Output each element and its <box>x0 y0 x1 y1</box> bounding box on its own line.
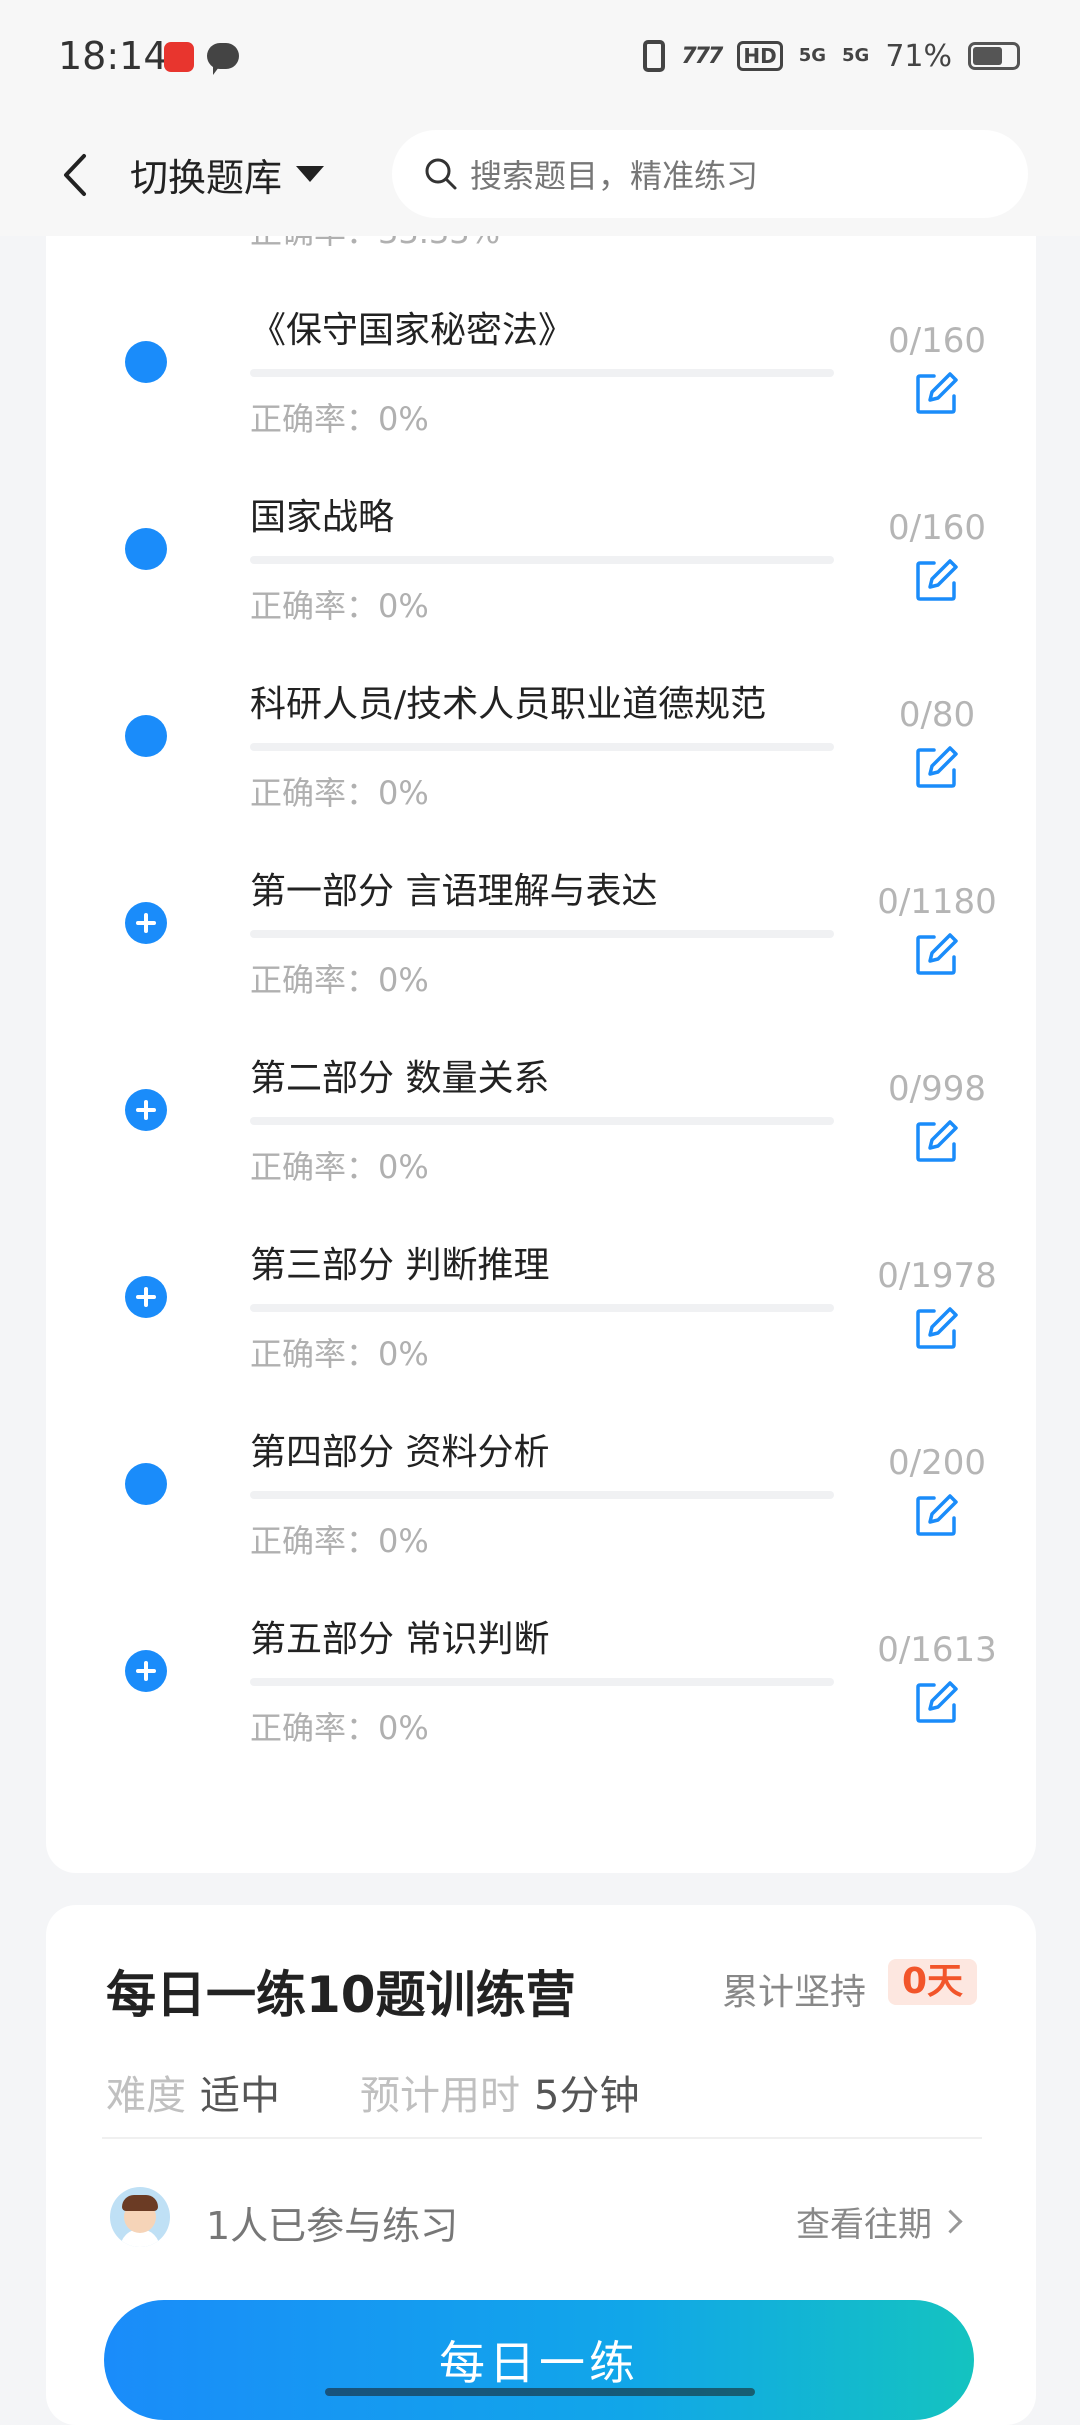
edit-icon[interactable] <box>914 1305 960 1351</box>
search-icon <box>425 158 457 190</box>
switch-bank-label: 切换题库 <box>130 155 283 200</box>
question-count: 0/80 <box>898 695 976 735</box>
category-title: 科研人员/技术人员职业道德规范 <box>250 684 767 725</box>
divider <box>102 2137 982 2139</box>
streak-label: 累计坚持 <box>722 1972 867 2013</box>
question-count: 0/1613 <box>877 1630 997 1670</box>
category-title: 第五部分 常识判断 <box>250 1619 550 1660</box>
category-row[interactable]: 第四部分 资料分析 正确率：0% 0/200 <box>0 1359 1080 1560</box>
category-row[interactable]: 第三部分 判断推理 正确率：0% 0/1978 <box>0 1172 1080 1373</box>
category-row[interactable]: 第二部分 数量关系 正确率：0% 0/998 <box>0 985 1080 1186</box>
search-input[interactable]: 搜索题目，精准练习 <box>392 130 1028 218</box>
edit-icon[interactable] <box>914 1492 960 1538</box>
category-title: 第二部分 数量关系 <box>250 1058 550 1099</box>
progress-bar <box>250 930 834 938</box>
question-count: 0/160 <box>888 321 986 361</box>
bullet-dot-icon <box>125 715 167 757</box>
bullet-dot-icon <box>125 341 167 383</box>
category-title: 第三部分 判断推理 <box>250 1245 550 1286</box>
question-count: 0/998 <box>888 1069 986 1109</box>
progress-bar <box>250 556 834 564</box>
time-label: 预计用时 <box>360 2073 520 2119</box>
switch-bank-button[interactable]: 切换题库 <box>130 144 325 204</box>
view-history-link[interactable]: 查看往期 <box>796 2197 963 2246</box>
time-value: 5分钟 <box>534 2073 640 2119</box>
daily-practice-button-label: 每日一练 <box>439 2336 639 2390</box>
avatar <box>110 2187 170 2247</box>
progress-bar <box>250 743 834 751</box>
category-title: 国家战略 <box>250 497 395 538</box>
edit-icon[interactable] <box>914 931 960 977</box>
edit-icon[interactable] <box>914 744 960 790</box>
caret-down-icon <box>296 166 325 182</box>
category-row[interactable]: 第一部分 言语理解与表达 正确率：0% 0/1180 <box>0 798 1080 999</box>
edit-icon[interactable] <box>914 1118 960 1164</box>
expand-plus-icon[interactable] <box>125 1650 167 1692</box>
question-count: 0/200 <box>888 1443 986 1483</box>
daily-title: 每日一练10题训练营 <box>106 1966 576 2024</box>
progress-bar <box>250 1304 834 1312</box>
question-count: 0/1978 <box>877 1256 997 1296</box>
category-row[interactable]: 国家战略 正确率：0% 0/160 <box>0 424 1080 625</box>
edit-icon[interactable] <box>914 557 960 603</box>
category-title: 《保守国家秘密法》 <box>250 310 575 351</box>
progress-bar <box>250 1491 834 1499</box>
streak-badge: 0天 <box>888 1959 978 2005</box>
expand-plus-icon[interactable] <box>125 902 167 944</box>
participants-text: 1人已参与练习 <box>206 2204 459 2248</box>
progress-bar <box>250 1678 834 1686</box>
history-link-label: 查看往期 <box>796 2205 932 2245</box>
search-placeholder: 搜索题目，精准练习 <box>470 157 759 195</box>
difficulty-meta: 难度 适中 <box>106 2063 280 2121</box>
category-row[interactable]: 第五部分 常识判断 正确率：0% 0/1613 <box>0 1546 1080 1747</box>
expand-plus-icon[interactable] <box>125 1276 167 1318</box>
progress-bar <box>250 1117 834 1125</box>
category-title: 第四部分 资料分析 <box>250 1432 550 1473</box>
accuracy-text: 正确率：0% <box>250 1709 429 1747</box>
edit-icon[interactable] <box>914 370 960 416</box>
question-count: 0/1180 <box>877 882 997 922</box>
expand-plus-icon[interactable] <box>125 1089 167 1131</box>
top-header: 切换题库 搜索题目，精准练习 <box>0 118 1080 236</box>
home-indicator <box>325 2388 755 2396</box>
chevron-right-icon <box>938 2209 963 2234</box>
daily-practice-card: 每日一练10题训练营 累计坚持 0天 难度 适中 预计用时 5分钟 1人已参与练习 … <box>46 1905 1036 2425</box>
time-meta: 预计用时 5分钟 <box>360 2063 639 2121</box>
question-count: 0/160 <box>888 508 986 548</box>
bullet-dot-icon <box>125 528 167 570</box>
back-arrow-icon[interactable] <box>56 150 96 200</box>
progress-bar <box>250 369 834 377</box>
difficulty-label: 难度 <box>106 2073 186 2119</box>
bullet-dot-icon <box>125 1463 167 1505</box>
daily-practice-button[interactable]: 每日一练 <box>104 2300 974 2420</box>
category-title: 第一部分 言语理解与表达 <box>250 871 658 912</box>
difficulty-value: 适中 <box>200 2073 280 2119</box>
edit-icon[interactable] <box>914 1679 960 1725</box>
category-row[interactable]: 科研人员/技术人员职业道德规范 正确率：0% 0/80 <box>0 611 1080 812</box>
category-row[interactable]: 《保守国家秘密法》 正确率：0% 0/160 <box>0 237 1080 438</box>
